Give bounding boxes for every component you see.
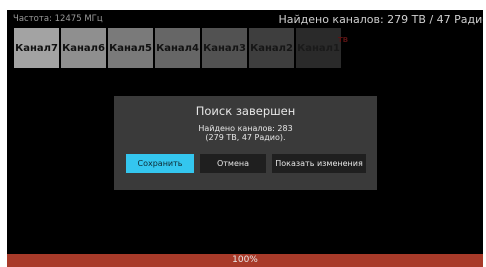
channel-label: Канал4 bbox=[156, 42, 199, 54]
channel-label: Канал2 bbox=[250, 42, 293, 54]
search-complete-dialog: Поиск завершен Найдено каналов: 283 (279… bbox=[114, 96, 377, 190]
channel-label: Канал5 bbox=[109, 42, 152, 54]
found-channels-total: Найдено каналов: 279 ТВ / 47 Радио bbox=[278, 13, 483, 26]
channel-label: Канал3 bbox=[203, 42, 246, 54]
channel-type-tag: ТВ bbox=[338, 36, 349, 44]
channel-tile: Канал3 bbox=[202, 28, 247, 68]
frequency-label: Частота: 12475 МГц bbox=[13, 14, 103, 24]
channel-tile: Канал1 bbox=[296, 28, 341, 68]
dialog-title: Поиск завершен bbox=[195, 104, 296, 118]
progress-label: 100% bbox=[232, 255, 258, 265]
dialog-message-count: Найдено каналов: 283 bbox=[198, 124, 293, 133]
scan-progress-bar: 100% bbox=[7, 254, 483, 267]
channel-label: Канал7 bbox=[15, 42, 58, 54]
dialog-message-breakdown: (279 ТВ, 47 Радио). bbox=[205, 133, 286, 142]
channel-tile: Канал7 bbox=[14, 28, 59, 68]
channel-tile: Канал4 bbox=[155, 28, 200, 68]
channel-label: Канал6 bbox=[62, 42, 105, 54]
channel-tile: Канал6 bbox=[61, 28, 106, 68]
channel-strip: Канал7 Канал6 Канал5 Канал4 Канал3 Канал… bbox=[14, 28, 343, 68]
save-button[interactable]: Сохранить bbox=[126, 154, 194, 173]
channel-tile: Канал5 bbox=[108, 28, 153, 68]
tv-screen: Частота: 12475 МГц Найдено каналов: 279 … bbox=[7, 10, 483, 267]
channel-label: Канал1 bbox=[297, 42, 340, 54]
channel-tile: Канал2 bbox=[249, 28, 294, 68]
cancel-button[interactable]: Отмена bbox=[200, 154, 266, 173]
show-changes-button[interactable]: Показать изменения bbox=[272, 154, 366, 173]
